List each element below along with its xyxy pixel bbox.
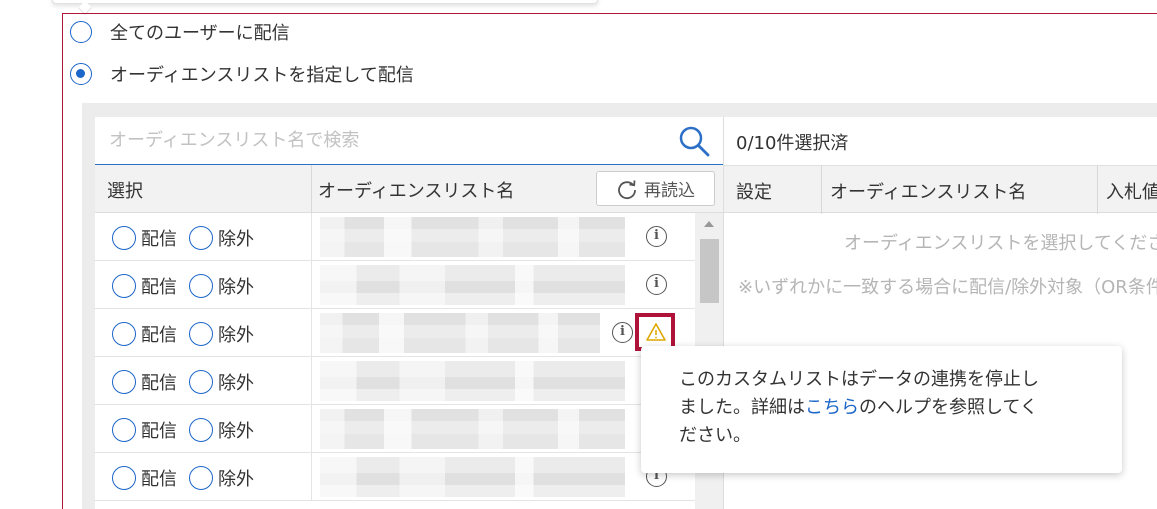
blurred-list-name: [320, 265, 625, 305]
col-setting-header: 設定: [736, 182, 772, 203]
header-divider: [311, 165, 312, 213]
col-bid-header: 入札値: [1106, 182, 1157, 203]
tooltip-line-1: このカスタムリストはデータの連携を停止し: [679, 369, 1039, 390]
col-list-name-header: オーディエンスリスト名: [830, 182, 1027, 203]
row-radio-group: 配信 除外: [112, 225, 266, 251]
table-row: 配信 除外 i: [95, 213, 695, 261]
deliver-label: 配信: [141, 421, 177, 442]
row-divider: [311, 213, 312, 261]
deliver-label: 配信: [141, 373, 177, 394]
warning-tooltip: このカスタムリストはデータの連携を停止し ました。詳細はこちらのヘルプを参照して…: [641, 346, 1122, 473]
audience-list-selector: 選択 オーディエンスリスト名 再読込 配信 除外 i 配信: [95, 117, 723, 509]
row-radio-group: 配信 除外: [112, 417, 266, 443]
top-popup-edge: [52, 0, 598, 4]
exclude-label: 除外: [218, 373, 254, 394]
selected-count: 0/10件選択済: [736, 133, 849, 154]
exclude-label: 除外: [218, 421, 254, 442]
col-name-header: オーディエンスリスト名: [318, 181, 515, 202]
table-row: 配信 除外 i: [95, 453, 695, 501]
row-radio-group: 配信 除外: [112, 321, 266, 347]
col-select-header: 選択: [107, 181, 143, 202]
tooltip-line-3: ださい。: [679, 425, 751, 446]
tooltip-line-2-start: ました。詳細は: [679, 397, 805, 418]
radio-deliver[interactable]: [112, 322, 136, 346]
blurred-list-name: [320, 313, 600, 353]
deliver-label: 配信: [141, 229, 177, 250]
table-row: 配信 除外 i: [95, 261, 695, 309]
deliver-label: 配信: [141, 325, 177, 346]
radio-exclude[interactable]: [189, 466, 213, 490]
deliver-label: 配信: [141, 469, 177, 490]
warning-icon[interactable]: [646, 322, 666, 342]
table-row: 配信 除外: [95, 405, 695, 453]
tooltip-line-2-end: のヘルプを参照してく: [859, 397, 1038, 418]
radio-exclude[interactable]: [189, 226, 213, 250]
row-divider: [311, 357, 312, 405]
row-divider: [311, 309, 312, 357]
row-radio-group: 配信 除外: [112, 369, 266, 395]
row-radio-group: 配信 除外: [112, 465, 266, 491]
table-row: 配信 除外: [95, 357, 695, 405]
radio-deliver[interactable]: [112, 418, 136, 442]
row-divider: [311, 261, 312, 309]
empty-message: オーディエンスリストを選択してください: [844, 233, 1157, 254]
blurred-list-name: [320, 217, 625, 257]
row-divider: [311, 405, 312, 453]
header-divider: [1097, 166, 1098, 214]
info-icon[interactable]: i: [646, 226, 667, 247]
radio-deliver[interactable]: [112, 466, 136, 490]
option-all-users-label: 全てのユーザーに配信: [110, 23, 290, 44]
scroll-up-arrow-icon[interactable]: [704, 221, 714, 227]
radio-deliver[interactable]: [112, 274, 136, 298]
search-input[interactable]: [109, 130, 649, 151]
reload-button[interactable]: 再読込: [596, 171, 715, 206]
radio-exclude[interactable]: [189, 274, 213, 298]
tooltip-line-2: ました。詳細はこちらのヘルプを参照してく: [679, 394, 1098, 422]
exclude-label: 除外: [218, 469, 254, 490]
radio-all-users[interactable]: [70, 21, 92, 43]
table-row: 配信 除外 i: [95, 309, 695, 357]
exclude-label: 除外: [218, 229, 254, 250]
row-radio-group: 配信 除外: [112, 273, 266, 299]
search-bar: [95, 117, 723, 165]
option-audience-list[interactable]: オーディエンスリストを指定して配信: [70, 61, 414, 87]
info-icon[interactable]: i: [646, 274, 667, 295]
info-icon[interactable]: i: [612, 322, 633, 343]
option-all-users[interactable]: 全てのユーザーに配信: [70, 19, 290, 45]
radio-audience-list[interactable]: [70, 63, 92, 85]
radio-exclude[interactable]: [189, 370, 213, 394]
search-icon[interactable]: [677, 124, 711, 158]
header-divider: [821, 166, 822, 214]
row-divider: [311, 453, 312, 501]
radio-deliver[interactable]: [112, 370, 136, 394]
audience-rows: 配信 除外 i 配信 除外 i 配信 除外 i 配信 除外 配信 除外 配信 除…: [95, 213, 695, 501]
radio-deliver[interactable]: [112, 226, 136, 250]
exclude-label: 除外: [218, 277, 254, 298]
radio-exclude[interactable]: [189, 418, 213, 442]
reload-label: 再読込: [644, 181, 695, 201]
help-link[interactable]: こちら: [805, 397, 859, 418]
blurred-list-name: [320, 361, 625, 401]
deliver-label: 配信: [141, 277, 177, 298]
blurred-list-name: [320, 409, 625, 449]
reload-icon: [618, 179, 636, 199]
right-table-header: 設定 オーディエンスリスト名 入札値: [724, 165, 1157, 214]
exclude-label: 除外: [218, 325, 254, 346]
option-audience-list-label: オーディエンスリストを指定して配信: [110, 65, 414, 86]
left-table-header: 選択 オーディエンスリスト名 再読込: [95, 165, 723, 213]
scrollbar-thumb[interactable]: [700, 239, 719, 303]
blurred-list-name: [320, 457, 625, 497]
radio-exclude[interactable]: [189, 322, 213, 346]
or-condition-note: ※いずれかに一致する場合に配信/除外対象（OR条件）: [738, 277, 1157, 298]
